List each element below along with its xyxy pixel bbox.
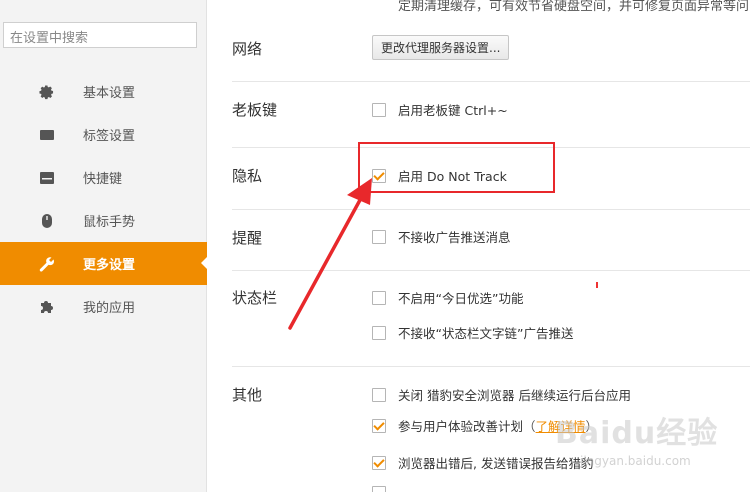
section-title-statusbar: 状态栏 bbox=[232, 289, 278, 307]
ux-program-label: 参与用户体验改善计划 bbox=[398, 419, 524, 434]
no-ad-push-checkbox[interactable] bbox=[372, 229, 386, 244]
background-apps-option[interactable]: 关闭 猎豹安全浏览器 后继续运行后台应用 bbox=[372, 385, 631, 404]
active-indicator bbox=[201, 256, 208, 270]
watermark-url: jingyan.baidu.com bbox=[580, 454, 691, 468]
wrench-icon bbox=[38, 255, 56, 273]
paren-open: （ bbox=[523, 419, 536, 434]
watermark-logo: Baidu经验 bbox=[555, 416, 719, 451]
no-statusbar-link-ads-checkbox[interactable] bbox=[372, 325, 386, 340]
settings-search-input[interactable]: 在设置中搜索 bbox=[3, 22, 197, 48]
boss-key-label: 启用老板键 Ctrl+~ bbox=[398, 103, 508, 118]
no-statusbar-link-ads-label: 不接收“状态栏文字链”广告推送 bbox=[398, 326, 574, 341]
sidebar-item-label: 快捷键 bbox=[83, 172, 123, 187]
section-title-network: 网络 bbox=[232, 40, 263, 58]
sidebar-item-label: 我的应用 bbox=[83, 301, 136, 316]
no-ad-push-option[interactable]: 不接收广告推送消息 bbox=[372, 227, 511, 246]
error-report-option[interactable]: 浏览器出错后, 发送错误报告给猎豹 bbox=[372, 453, 593, 472]
boss-key-checkbox[interactable] bbox=[372, 102, 386, 117]
proxy-settings-button[interactable]: 更改代理服务器设置... bbox=[372, 35, 510, 60]
tab-icon bbox=[38, 126, 56, 144]
section-title-reminder: 提醒 bbox=[232, 229, 263, 247]
cache-description: 定期清理缓存，可有效节省硬盘空间，并可修复页面异常等问 bbox=[398, 0, 750, 14]
divider bbox=[232, 366, 750, 367]
section-title-boss-key: 老板键 bbox=[232, 101, 278, 119]
do-not-track-option[interactable]: 启用 Do Not Track bbox=[372, 166, 507, 185]
sidebar-item-mouse-gestures[interactable]: 鼠标手势 bbox=[0, 199, 207, 242]
sidebar-item-shortcuts[interactable]: 快捷键 bbox=[0, 156, 207, 199]
background-apps-label: 关闭 猎豹安全浏览器 后继续运行后台应用 bbox=[398, 388, 631, 403]
partial-option[interactable] bbox=[372, 486, 398, 492]
do-not-track-label: 启用 Do Not Track bbox=[398, 169, 507, 184]
error-report-checkbox[interactable] bbox=[372, 455, 386, 470]
section-title-other: 其他 bbox=[232, 386, 263, 404]
no-ad-push-label: 不接收广告推送消息 bbox=[398, 230, 511, 245]
puzzle-icon bbox=[38, 298, 56, 316]
disable-daily-picks-option[interactable]: 不启用“今日优选”功能 bbox=[372, 288, 523, 307]
red-mark bbox=[596, 282, 598, 288]
do-not-track-checkbox[interactable] bbox=[372, 168, 386, 183]
sidebar-item-basic-settings[interactable]: 基本设置 bbox=[0, 70, 207, 113]
divider bbox=[232, 81, 750, 82]
divider bbox=[232, 270, 750, 271]
sidebar-item-label: 标签设置 bbox=[83, 129, 136, 144]
mouse-icon bbox=[38, 212, 56, 230]
divider bbox=[232, 147, 750, 148]
settings-sidebar: 在设置中搜索 基本设置 标签设置 快捷键 鼠标手势 更多设置 我的应用 bbox=[0, 0, 208, 492]
sidebar-item-more-settings[interactable]: 更多设置 bbox=[0, 242, 208, 285]
disable-daily-picks-label: 不启用“今日优选”功能 bbox=[398, 291, 524, 306]
ux-program-checkbox[interactable] bbox=[372, 418, 386, 433]
keyboard-icon bbox=[38, 169, 56, 187]
partial-checkbox[interactable] bbox=[372, 486, 386, 492]
no-statusbar-link-ads-option[interactable]: 不接收“状态栏文字链”广告推送 bbox=[372, 323, 573, 342]
error-report-label: 浏览器出错后, 发送错误报告给猎豹 bbox=[398, 456, 594, 471]
sidebar-item-label: 鼠标手势 bbox=[83, 215, 136, 230]
sidebar-item-my-apps[interactable]: 我的应用 bbox=[0, 285, 207, 328]
background-apps-checkbox[interactable] bbox=[372, 387, 386, 402]
sidebar-item-label: 基本设置 bbox=[83, 86, 136, 101]
sidebar-item-label: 更多设置 bbox=[83, 258, 136, 273]
gear-icon bbox=[38, 83, 56, 101]
boss-key-option[interactable]: 启用老板键 Ctrl+~ bbox=[372, 100, 508, 119]
disable-daily-picks-checkbox[interactable] bbox=[372, 290, 386, 305]
section-title-privacy: 隐私 bbox=[232, 167, 263, 185]
sidebar-item-tab-settings[interactable]: 标签设置 bbox=[0, 113, 207, 156]
divider bbox=[232, 209, 750, 210]
